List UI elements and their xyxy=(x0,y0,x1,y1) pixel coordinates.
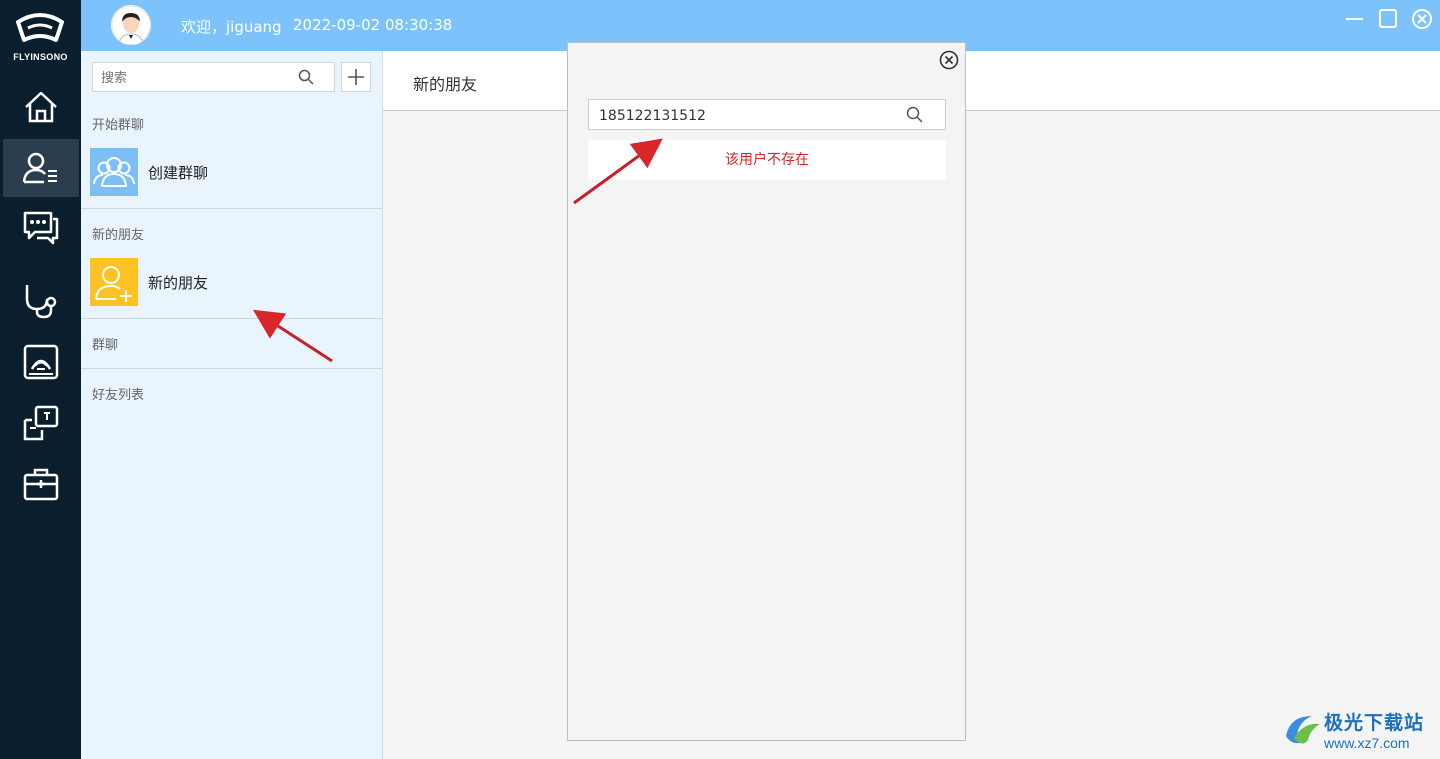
watermark-url: www.xz7.com xyxy=(1324,735,1410,751)
contacts-sidebar: 开始群聊 创建群聊 新的朋友 新的朋友 xyxy=(81,51,383,759)
logo-text: FLYINSONO xyxy=(13,52,68,62)
create-group-thumb xyxy=(90,148,138,196)
user-search xyxy=(588,99,946,131)
rail-item-diagnosis[interactable] xyxy=(0,272,81,330)
search-icon[interactable] xyxy=(906,106,923,123)
app-logo: FLYINSONO xyxy=(0,0,81,80)
rail-item-consult[interactable] xyxy=(0,394,81,452)
divider xyxy=(81,208,382,209)
user-search-input[interactable] xyxy=(589,100,901,131)
consult-icon xyxy=(23,405,58,441)
logo-icon xyxy=(16,13,64,42)
divider xyxy=(81,368,382,369)
toolbox-icon xyxy=(23,468,58,501)
create-group-label: 创建群聊 xyxy=(148,164,209,182)
search-result-message: 该用户不存在 xyxy=(588,140,946,180)
rail-item-chat[interactable] xyxy=(0,198,81,256)
new-friend-item[interactable]: 新的朋友 xyxy=(81,254,382,310)
section-start-group: 开始群聊 xyxy=(92,118,145,133)
contacts-search xyxy=(92,62,335,93)
close-icon[interactable] xyxy=(1411,8,1433,30)
create-group-item[interactable]: 创建群聊 xyxy=(81,144,382,200)
watermark-logo-icon xyxy=(1286,716,1320,744)
add-friend-dialog: 该用户不存在 xyxy=(567,42,966,741)
contacts-icon xyxy=(22,152,57,184)
add-friend-icon xyxy=(90,258,138,306)
plus-icon xyxy=(348,69,364,85)
watermark: 极光下载站 www.xz7.com xyxy=(1280,705,1436,755)
rail-item-tools[interactable] xyxy=(0,455,81,513)
home-icon xyxy=(24,91,57,123)
chat-icon xyxy=(23,211,58,245)
rail-item-home[interactable] xyxy=(0,78,81,136)
user-avatar-icon xyxy=(111,5,151,45)
minimize-icon[interactable] xyxy=(1344,8,1366,30)
contacts-search-input[interactable] xyxy=(93,63,303,93)
stethoscope-icon xyxy=(25,285,56,319)
login-datetime: 2022-09-02 08:30:38 xyxy=(293,16,453,34)
section-new-friends: 新的朋友 xyxy=(92,228,145,243)
new-friend-thumb xyxy=(90,258,138,306)
add-button[interactable] xyxy=(341,62,371,92)
search-icon[interactable] xyxy=(298,69,314,85)
rail-item-contacts[interactable] xyxy=(3,139,79,197)
welcome-text: 欢迎，jiguang xyxy=(181,18,282,36)
watermark-name: 极光下载站 xyxy=(1324,712,1425,734)
nav-rail: FLYINSONO xyxy=(0,0,81,759)
section-groups[interactable]: 群聊 xyxy=(92,334,118,353)
maximize-icon[interactable] xyxy=(1377,8,1399,30)
group-icon xyxy=(90,148,138,196)
avatar[interactable] xyxy=(111,5,151,45)
rail-item-ultrasound[interactable] xyxy=(0,333,81,391)
section-friend-list[interactable]: 好友列表 xyxy=(92,384,144,403)
page-title: 新的朋友 xyxy=(413,75,478,94)
divider xyxy=(81,318,382,319)
ultrasound-icon xyxy=(23,344,58,380)
close-dialog-icon[interactable] xyxy=(939,50,959,70)
new-friend-label: 新的朋友 xyxy=(148,274,209,292)
